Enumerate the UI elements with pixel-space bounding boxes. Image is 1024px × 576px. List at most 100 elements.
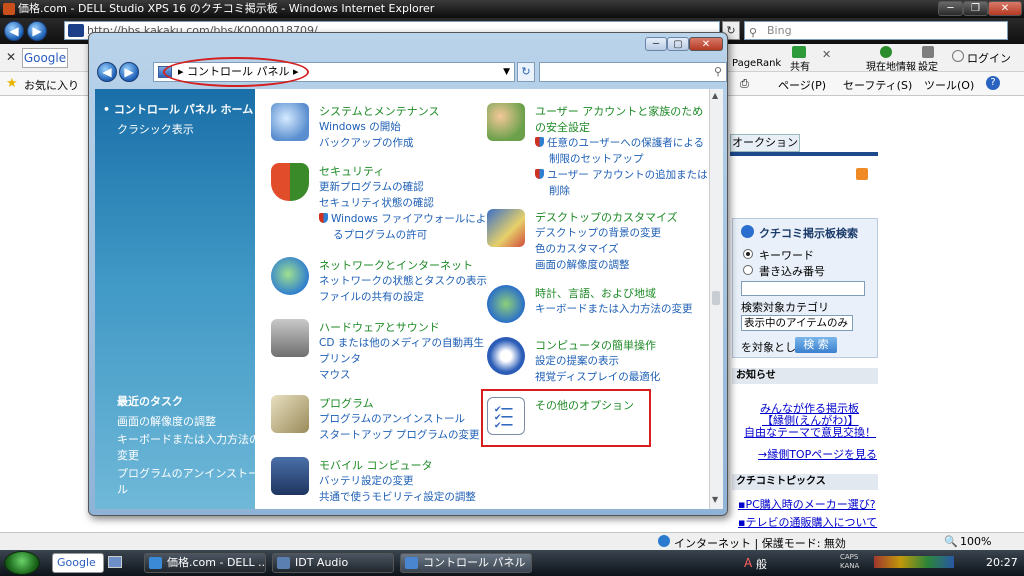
safety-menu[interactable]: セーフティ(S) xyxy=(843,77,912,93)
category-title[interactable]: ハードウェアとサウンド xyxy=(319,319,440,335)
category-link[interactable]: バッテリ設定の変更 xyxy=(319,473,414,488)
help-icon[interactable]: ? xyxy=(986,76,1000,90)
category-title[interactable]: モバイル コンピュータ xyxy=(319,457,433,473)
category-title[interactable]: デスクトップのカスタマイズ xyxy=(535,209,678,225)
category-link[interactable]: プリンタ xyxy=(319,351,361,366)
scroll-thumb[interactable] xyxy=(712,291,720,305)
recent-task-link[interactable]: プログラムのアンインストー xyxy=(117,465,259,481)
recent-task-link[interactable]: 画面の解像度の調整 xyxy=(117,413,216,429)
category-link[interactable]: キーボードまたは入力方法の変更 xyxy=(535,301,693,316)
zoom-icon[interactable]: 🔍 xyxy=(944,535,958,548)
cp-refresh-icon[interactable]: ↻ xyxy=(517,62,535,82)
close-button[interactable]: ✕ xyxy=(988,1,1022,16)
category-link[interactable]: ユーザー アカウントの追加または xyxy=(535,167,708,182)
category-link[interactable]: 更新プログラムの確認 xyxy=(319,179,424,194)
category-link[interactable]: 設定の提案の表示 xyxy=(535,353,619,368)
favorites-star-icon: ★ xyxy=(6,76,18,91)
taskbar-ie-task[interactable]: 価格.com - DELL ... xyxy=(144,553,266,573)
cp-back-icon[interactable]: ◀ xyxy=(97,62,117,82)
start-button[interactable] xyxy=(4,551,40,575)
tab-auction[interactable]: オークション xyxy=(730,134,800,152)
print-icon[interactable]: ⎙ xyxy=(740,77,749,91)
zoom-level[interactable]: 100% xyxy=(960,535,991,548)
scroll-up-icon[interactable]: ▲ xyxy=(712,91,718,100)
back-icon[interactable]: ◀ xyxy=(4,21,24,41)
category-title[interactable]: システムとメンテナンス xyxy=(319,103,439,119)
taskbar-google-search[interactable]: Google xyxy=(52,553,104,573)
category-link[interactable]: CD または他のメディアの自動再生 xyxy=(319,335,484,350)
category-title[interactable]: ユーザー アカウントと家族のため xyxy=(535,103,703,119)
topic-item[interactable]: ▪PC購入時のメーカー選び? xyxy=(738,496,876,512)
clock[interactable]: 20:27 xyxy=(986,556,1018,569)
recent-task-link[interactable]: ル xyxy=(117,481,128,497)
ime-mode[interactable]: 般 xyxy=(756,556,767,572)
bing-search-input[interactable]: ⚲ Bing xyxy=(744,21,1008,40)
history-dropdown-icon[interactable]: ▼ xyxy=(503,63,510,81)
cp-search-input[interactable]: ⚲ xyxy=(539,62,727,82)
tools-menu[interactable]: ツール(O) xyxy=(924,77,974,93)
share-label[interactable]: 共有 xyxy=(790,58,810,73)
cp-minimize-button[interactable]: ─ xyxy=(645,37,667,51)
toolbar-close-icon[interactable]: ✕ xyxy=(822,48,831,61)
favorites-button[interactable]: お気に入り xyxy=(24,77,79,93)
category-select[interactable]: 表示中のアイテムのみ xyxy=(741,315,853,331)
category-link[interactable]: バックアップの作成 xyxy=(319,135,414,150)
cp-close-button[interactable]: ✕ xyxy=(689,37,723,51)
category-link[interactable]: 色のカスタマイズ xyxy=(535,241,619,256)
cp-maximize-button[interactable]: ▢ xyxy=(667,37,689,51)
location-label[interactable]: 現在地情報 xyxy=(866,58,916,73)
category-title[interactable]: プログラム xyxy=(319,395,374,411)
category-link[interactable]: 共通で使うモビリティ設定の調整 xyxy=(319,489,476,504)
taskbar-control-panel-task[interactable]: コントロール パネル xyxy=(400,553,532,573)
google-logo[interactable]: Google xyxy=(22,48,68,68)
category-link[interactable]: ネットワークの状態とタスクの表示 xyxy=(319,273,487,288)
category-link[interactable]: 画面の解像度の調整 xyxy=(535,257,630,272)
category-link[interactable]: Windows の開始 xyxy=(319,119,401,134)
category-link[interactable]: デスクトップの背景の変更 xyxy=(535,225,661,240)
forward-icon[interactable]: ▶ xyxy=(27,21,47,41)
share-icon[interactable] xyxy=(792,46,806,58)
recent-task-link[interactable]: キーボードまたは入力方法の xyxy=(117,431,260,447)
category-link[interactable]: 削除 xyxy=(549,183,570,198)
show-desktop-icon[interactable] xyxy=(108,556,122,568)
category-title[interactable]: 時計、言語、および地域 xyxy=(535,285,656,301)
recent-task-link[interactable]: 変更 xyxy=(117,447,139,463)
page-menu[interactable]: ページ(P) xyxy=(778,77,826,93)
settings-label[interactable]: 設定 xyxy=(918,58,938,73)
category-link[interactable]: 制限のセットアップ xyxy=(549,151,644,166)
cp-scrollbar[interactable]: ▲ ▼ xyxy=(709,89,723,509)
category-link[interactable]: 任意のユーザーへの保護者による xyxy=(535,135,704,150)
rss-icon[interactable] xyxy=(856,168,868,180)
close-toolbar-icon[interactable]: ✕ xyxy=(6,50,16,64)
taskbar-idt-audio-task[interactable]: IDT Audio xyxy=(272,553,394,573)
notice-link-3[interactable]: 自由なテーマで意見交換！ xyxy=(744,424,876,440)
maximize-button[interactable]: ❐ xyxy=(963,1,988,16)
engawa-top-link[interactable]: →縁側TOPページを見る xyxy=(758,446,877,462)
category-title[interactable]: セキュリティ xyxy=(319,163,384,179)
bbs-search-button[interactable]: 検 索 xyxy=(795,337,837,353)
sidebar-home-link[interactable]: • コントロール パネル ホーム xyxy=(103,101,253,117)
category-link[interactable]: 視覚ディスプレイの最適化 xyxy=(535,369,660,384)
tray-icons[interactable] xyxy=(874,556,954,568)
category-title[interactable]: ネットワークとインターネット xyxy=(319,257,473,273)
topic-item[interactable]: ▪テレビの通販購入について xyxy=(738,514,877,530)
sidebar-classic-view-link[interactable]: クラシック表示 xyxy=(117,121,194,137)
pagerank-label[interactable]: PageRank xyxy=(732,58,781,69)
category-link[interactable]: ファイルの共有の設定 xyxy=(319,289,424,304)
minimize-button[interactable]: ─ xyxy=(938,1,963,16)
category-title[interactable]: コンピュータの簡単操作 xyxy=(535,337,656,353)
login-button[interactable]: ログイン xyxy=(967,50,1011,66)
category-link[interactable]: プログラムのアンインストール xyxy=(319,411,465,426)
radio-number[interactable] xyxy=(743,265,753,275)
cp-forward-icon[interactable]: ▶ xyxy=(119,62,139,82)
ime-icon[interactable]: A xyxy=(744,556,752,570)
category-link[interactable]: るプログラムの許可 xyxy=(333,227,427,242)
category-title[interactable]: の安全設定 xyxy=(535,119,590,135)
radio-keyword[interactable] xyxy=(743,249,753,259)
bbs-search-input[interactable] xyxy=(741,281,865,296)
scroll-down-icon[interactable]: ▼ xyxy=(712,495,718,504)
category-link[interactable]: Windows ファイアウォールによ xyxy=(319,211,486,226)
category-link[interactable]: マウス xyxy=(319,367,351,382)
category-link[interactable]: セキュリティ状態の確認 xyxy=(319,195,434,210)
category-link[interactable]: スタートアップ プログラムの変更 xyxy=(319,427,480,442)
